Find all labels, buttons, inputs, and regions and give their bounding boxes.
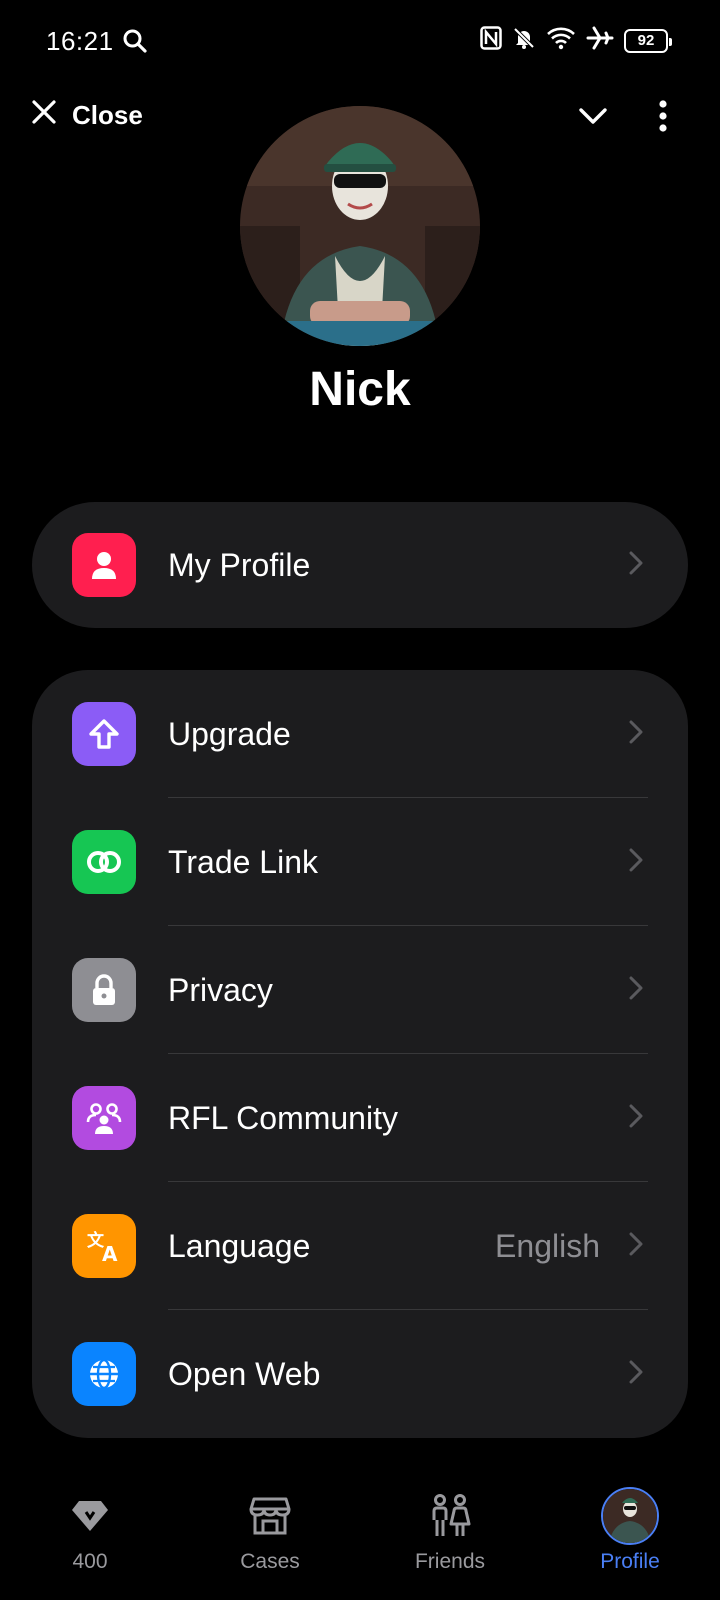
menu-item-rfl-community[interactable]: RFL Community [32, 1054, 688, 1182]
chevron-right-icon [628, 719, 644, 750]
menu-item-label: Upgrade [168, 715, 291, 752]
menu-item-label: Privacy [168, 971, 273, 1008]
chevron-right-icon [628, 1103, 644, 1134]
nav-label: Friends [414, 1550, 486, 1573]
status-bar: 16:21 92 [0, 0, 720, 84]
rings-icon [72, 830, 136, 894]
menu-item-upgrade[interactable]: Upgrade [32, 670, 688, 798]
bottom-nav: 400 Cases Friends Profile [0, 1470, 720, 1600]
status-time: 16:21 [46, 26, 114, 56]
translate-icon: 文A [72, 1214, 136, 1278]
close-label: Close [72, 100, 143, 130]
nfc-icon [480, 26, 502, 55]
nav-tab-cases[interactable]: Cases [180, 1470, 360, 1574]
settings-card: Upgrade Trade Link Privacy RFL Community [32, 670, 688, 1438]
wifi-icon [546, 26, 576, 55]
chevron-down-icon[interactable] [578, 104, 608, 133]
friends-icon [429, 1484, 471, 1548]
menu-item-open-web[interactable]: Open Web [32, 1310, 688, 1438]
community-icon [72, 1086, 136, 1150]
menu-item-my-profile[interactable]: My Profile [32, 502, 688, 628]
menu-item-label: Language [168, 1227, 311, 1264]
chevron-right-icon [628, 1231, 644, 1262]
avatar [601, 1487, 659, 1545]
profile-name: Nick [309, 363, 411, 416]
menu-item-language[interactable]: 文A Language English [32, 1182, 688, 1310]
airplane-icon [586, 26, 614, 55]
nav-label: 400 [72, 1550, 108, 1573]
chevron-right-icon [628, 550, 644, 581]
chevron-right-icon [628, 847, 644, 878]
nav-label: Cases [240, 1550, 300, 1573]
menu-item-label: Trade Link [168, 843, 318, 880]
nav-tab-friends[interactable]: Friends [360, 1470, 540, 1574]
arrow-up-icon [72, 702, 136, 766]
nav-avatar-wrapper [601, 1484, 659, 1548]
search-icon [122, 28, 148, 59]
store-icon [249, 1484, 291, 1548]
menu-item-label: My Profile [168, 546, 311, 583]
globe-icon [72, 1342, 136, 1406]
menu-item-privacy[interactable]: Privacy [32, 926, 688, 1054]
profile-card: My Profile [32, 502, 688, 628]
chevron-right-icon [628, 975, 644, 1006]
avatar[interactable] [240, 106, 480, 346]
battery-indicator: 92 [624, 28, 672, 53]
gem-icon [70, 1484, 110, 1548]
more-vertical-icon[interactable] [658, 100, 668, 137]
menu-item-trade-link[interactable]: Trade Link [32, 798, 688, 926]
close-button[interactable]: Close [30, 98, 143, 133]
close-icon [30, 98, 58, 133]
nav-tab-profile[interactable]: Profile [540, 1470, 720, 1574]
svg-text:A: A [102, 1242, 118, 1264]
menu-item-label: Open Web [168, 1355, 321, 1392]
nav-tab-balance[interactable]: 400 [0, 1470, 180, 1574]
chevron-right-icon [628, 1359, 644, 1390]
user-icon [72, 533, 136, 597]
lock-icon [72, 958, 136, 1022]
nav-label: Profile [600, 1550, 660, 1573]
menu-item-label: RFL Community [168, 1099, 398, 1136]
bell-muted-icon [512, 26, 536, 55]
language-value: English [495, 1227, 600, 1264]
